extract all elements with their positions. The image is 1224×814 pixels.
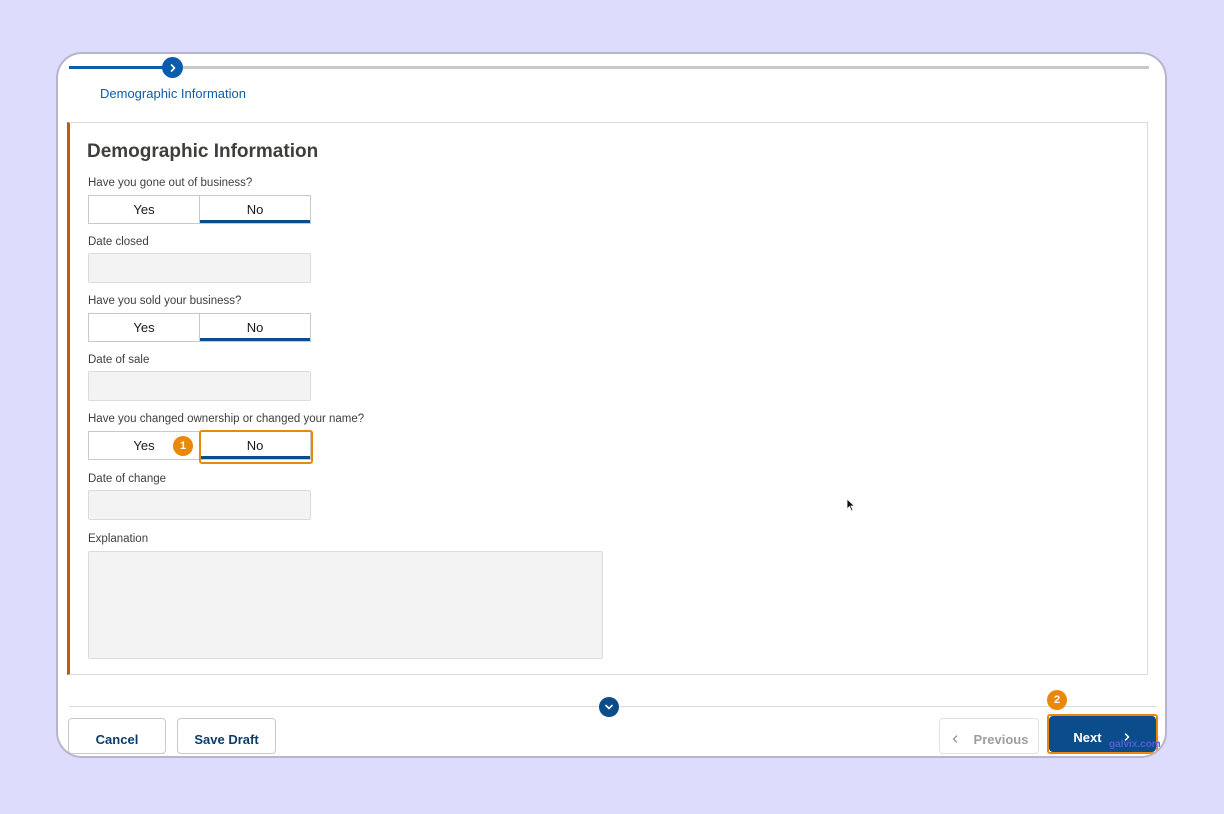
form-title: Demographic Information — [87, 141, 319, 162]
sold-business-yes[interactable]: Yes — [89, 314, 200, 341]
highlight-frame-no — [199, 430, 313, 464]
sold-business-label: Have you sold your business? — [88, 295, 242, 307]
explanation-textarea[interactable] — [88, 551, 603, 659]
app-window: Demographic Information Demographic Info… — [56, 52, 1167, 758]
changed-ownership-label: Have you changed ownership or changed yo… — [88, 413, 365, 425]
form-card: Demographic Information Have you gone ou… — [67, 122, 1148, 675]
step-indicator[interactable] — [162, 57, 183, 78]
date-of-sale-label: Date of sale — [88, 354, 150, 366]
explanation-label: Explanation — [88, 533, 149, 545]
sold-business-no[interactable]: No — [200, 314, 310, 341]
previous-button[interactable]: Previous — [939, 718, 1039, 754]
previous-label: Previous — [973, 732, 1029, 747]
scroll-down-button[interactable] — [599, 697, 619, 717]
out-of-business-no[interactable]: No — [200, 196, 310, 223]
step-label[interactable]: Demographic Information — [100, 86, 246, 101]
chevron-left-icon — [952, 735, 957, 743]
sold-business-toggle: Yes No — [88, 313, 311, 342]
chevron-right-icon — [170, 63, 175, 72]
date-of-sale-field[interactable] — [88, 371, 311, 401]
date-closed-field[interactable] — [88, 253, 311, 283]
out-of-business-yes[interactable]: Yes — [89, 196, 200, 223]
step-badge-2: 2 — [1047, 690, 1067, 710]
watermark: galvix.com — [1109, 739, 1161, 750]
out-of-business-toggle: Yes No — [88, 195, 311, 224]
cancel-button[interactable]: Cancel — [68, 718, 166, 754]
progress-track-complete — [69, 66, 164, 69]
save-draft-button[interactable]: Save Draft — [177, 718, 276, 754]
progress-track-remaining — [183, 66, 1149, 69]
date-of-change-label: Date of change — [88, 473, 167, 485]
step-badge-1: 1 — [173, 436, 193, 456]
mouse-cursor-icon — [846, 498, 856, 512]
date-of-change-field[interactable] — [88, 490, 311, 520]
date-closed-label: Date closed — [88, 236, 149, 248]
chevron-down-icon — [605, 704, 613, 710]
out-of-business-label: Have you gone out of business? — [88, 177, 253, 189]
